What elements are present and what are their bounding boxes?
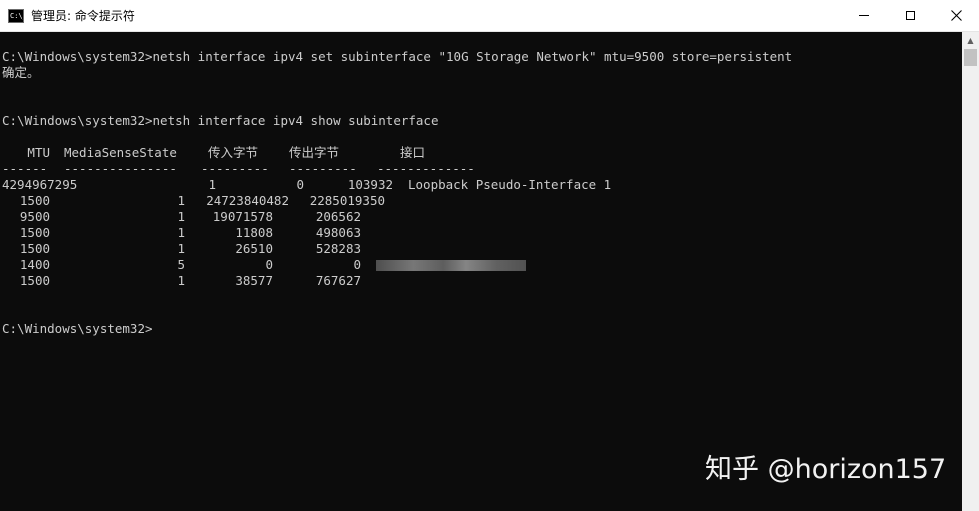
minimize-icon [859,15,869,16]
command-prompt-window: C:\_ 管理员: 命令提示符 C:\Windows\system32>nets… [0,0,979,511]
table-cell-bytes-out: 0 [353,257,361,272]
table-cell-bytes-out: 767627 [315,273,361,288]
table-separator: ------ [2,161,48,176]
table-cell-state: 1 [177,225,185,240]
cmd-app-icon: C:\_ [8,9,24,23]
zhihu-watermark: 知乎 @horizon157 [705,454,947,485]
table-cell-interface: Loopback Pseudo-Interface 1 [408,177,612,192]
table-cell-mtu: 1500 [19,225,50,240]
window-title: 管理员: 命令提示符 [31,9,135,23]
scroll-up-arrow-icon[interactable]: ▲ [962,32,979,49]
table-separator: --------- [289,161,357,176]
close-icon [950,10,962,21]
table-cell-state: 5 [177,257,185,272]
terminal-line-command-set: C:\Windows\system32>netsh interface ipv4… [2,49,793,64]
table-cell-bytes-out: 103932 [347,177,393,192]
vertical-scrollbar[interactable]: ▲ [962,32,979,511]
table-header-interface: 接口 [400,145,426,160]
table-cell-bytes-in: 0 [265,257,273,272]
table-cell-mtu: 9500 [19,209,50,224]
table-header-mtu: MTU [27,145,50,160]
table-cell-mtu: 1400 [19,257,50,272]
redacted-interface-name [376,260,526,271]
maximize-icon [905,11,915,20]
table-cell-state: 1 [177,241,185,256]
table-cell-bytes-out: 2285019350 [309,193,385,208]
table-header-mediasensestate: MediaSenseState [64,145,177,160]
table-cell-bytes-out: 498063 [315,225,361,240]
table-cell-state: 1 [208,177,216,192]
minimize-button[interactable] [841,0,887,31]
scrollbar-thumb[interactable] [964,49,977,66]
table-cell-bytes-out: 206562 [315,209,361,224]
table-cell-bytes-in: 26510 [235,241,273,256]
table-cell-bytes-in: 38577 [235,273,273,288]
table-cell-bytes-in: 24723840482 [206,193,289,208]
terminal-line-ok: 确定。 [2,65,40,80]
table-cell-state: 1 [177,273,185,288]
table-cell-mtu: 1500 [19,193,50,208]
table-cell-state: 1 [177,193,185,208]
terminal-prompt[interactable]: C:\Windows\system32> [2,321,153,337]
table-cell-bytes-in: 19071578 [212,209,273,224]
title-bar[interactable]: C:\_ 管理员: 命令提示符 [0,0,979,32]
table-cell-mtu: 1500 [19,241,50,256]
table-cell-bytes-in: 0 [296,177,304,192]
table-cell-state: 1 [177,209,185,224]
table-separator: --------- [201,161,269,176]
terminal-line-command-show: C:\Windows\system32>netsh interface ipv4… [2,113,439,128]
table-header-bytes-out: 传出字节 [289,145,340,160]
table-cell-mtu: 4294967295 [2,177,78,192]
table-header-bytes-in: 传入字节 [208,145,259,160]
close-button[interactable] [933,0,979,31]
terminal-output[interactable]: C:\Windows\system32>netsh interface ipv4… [0,32,962,511]
table-cell-mtu: 1500 [19,273,50,288]
table-separator: --------------- [64,161,177,176]
table-cell-bytes-in: 11808 [235,225,273,240]
table-separator: ------------- [377,161,475,176]
maximize-button[interactable] [887,0,933,31]
table-cell-bytes-out: 528283 [315,241,361,256]
